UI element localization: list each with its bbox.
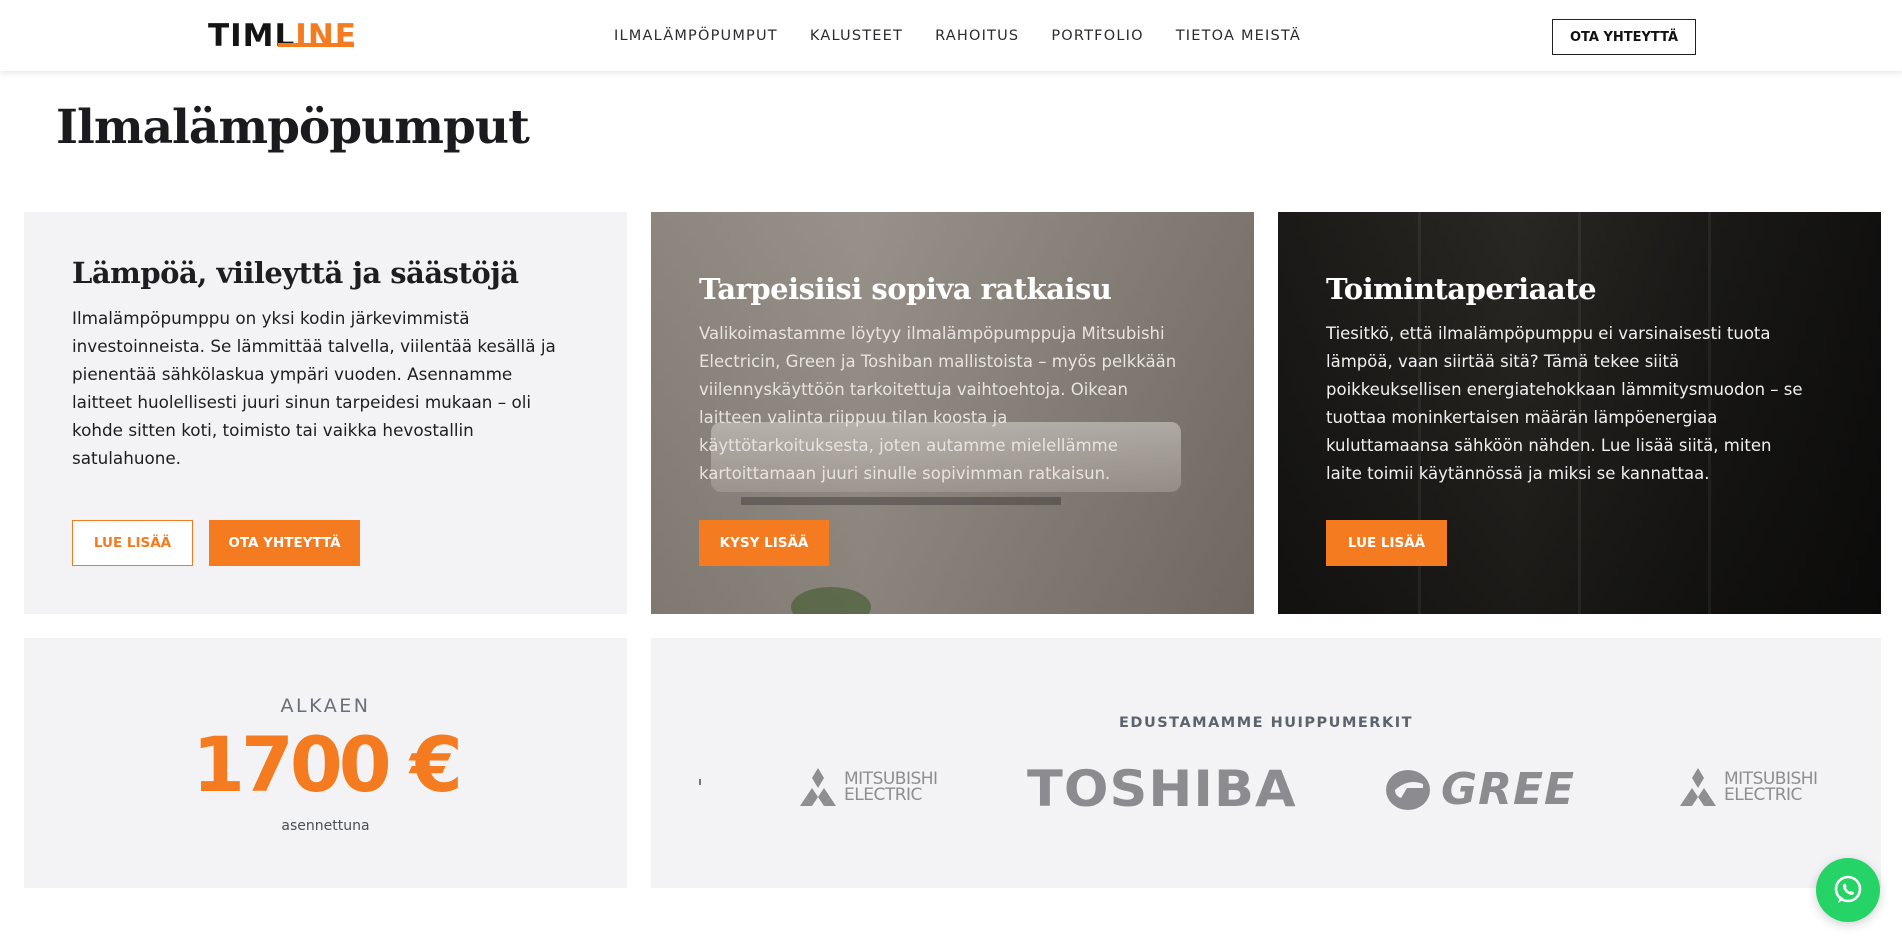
brands-card: EDUSTAMAMME HUIPPUMERKIT MITSUBISHI ELEC… bbox=[651, 638, 1881, 888]
card-lampoa: Lämpöä, viileyttä ja säästöjä Ilmalämpöp… bbox=[24, 212, 627, 614]
mitsubishi-diamonds-icon bbox=[800, 768, 836, 806]
card-text-line: satulahuone. bbox=[72, 448, 182, 468]
contact-button[interactable]: OTA YHTEYTTÄ bbox=[209, 520, 360, 566]
card-text-line: Ilmalämpöpumppu on yksi kodin järkevimmi… bbox=[72, 308, 470, 328]
card-text-line: investoinneista. Se lämmittää talvella, … bbox=[72, 336, 556, 356]
logo-text-main: TIML bbox=[208, 18, 296, 54]
price-value: 1700 € bbox=[192, 720, 463, 809]
card-text-line: Electricin, Green ja Toshiban mallistois… bbox=[699, 352, 1177, 371]
card-title: Tarpeisiisi sopiva ratkaisu bbox=[699, 272, 1112, 306]
read-more-button[interactable]: LUE LISÄÄ bbox=[1326, 520, 1447, 566]
card-text-line: kuluttamaansa sähköön nähden. Lue lisää … bbox=[1326, 436, 1772, 455]
logo-text-accent: INE bbox=[295, 18, 357, 54]
brand-gree-text: GREE bbox=[1441, 764, 1576, 815]
card-text-line: viilennyskäyttöön tarkoitettuja vaihtoeh… bbox=[699, 380, 1128, 399]
site-header: TIMLINE ILMALÄMPÖPUMPUT KALUSTEET RAHOIT… bbox=[0, 0, 1902, 71]
main-nav: ILMALÄMPÖPUMPUT KALUSTEET RAHOITUS PORTF… bbox=[614, 0, 1333, 71]
whatsapp-chat-button[interactable] bbox=[1816, 858, 1880, 922]
price-label: ALKAEN bbox=[280, 695, 371, 717]
card-text-line: kohde sitten koti, toimisto tai vaikka h… bbox=[72, 420, 474, 440]
brand-logo-mitsubishi: MITSUBISHI ELECTRIC bbox=[798, 768, 938, 806]
timline-logo[interactable]: TIMLINE bbox=[208, 18, 358, 54]
logo-accent-bar bbox=[278, 43, 354, 47]
nav-item-tietoa-meista[interactable]: TIETOA MEISTÄ bbox=[1176, 28, 1301, 44]
nav-item-kalusteet[interactable]: KALUSTEET bbox=[810, 28, 903, 44]
card-text-line: kartoittamaan juuri sinulle sopivimman r… bbox=[699, 464, 1111, 483]
brand-logo-toshiba: TOSHIBA bbox=[1027, 760, 1296, 818]
price-card: ALKAEN 1700 € asennettuna bbox=[24, 638, 627, 888]
read-more-button[interactable]: LUE LISÄÄ bbox=[72, 520, 193, 566]
price-note: asennettuna bbox=[281, 818, 370, 834]
card-text: Valikoimastamme löytyy ilmalämpöpumppuja… bbox=[699, 320, 1219, 488]
card-text-line: laite toimii käytännössä ja miksi se kan… bbox=[1326, 464, 1710, 483]
card-text-line: lämpöä, vaan siirtää sitä? Tämä tekee si… bbox=[1326, 352, 1680, 371]
card-title: Toimintaperiaate bbox=[1326, 272, 1597, 306]
card-text: Ilmalämpöpumppu on yksi kodin järkevimmi… bbox=[72, 304, 592, 472]
ask-more-button[interactable]: KYSY LISÄÄ bbox=[699, 520, 829, 566]
brands-heading: EDUSTAMAMME HUIPPUMERKIT bbox=[1119, 715, 1413, 731]
ac-vent-image bbox=[741, 497, 1061, 505]
nav-item-portfolio[interactable]: PORTFOLIO bbox=[1051, 28, 1143, 44]
card-text-line: poikkeuksellisen energiatehokkaan lämmit… bbox=[1326, 380, 1803, 399]
card-content: Tarpeisiisi sopiva ratkaisu Valikoimasta… bbox=[699, 272, 1219, 488]
card-text-line: pienentää sähkölaskua ympäri vuoden. Ase… bbox=[72, 364, 513, 384]
card-title: Lämpöä, viileyttä ja säästöjä bbox=[72, 256, 519, 290]
card-text-line: käyttötarkoituksesta, joten autamme miel… bbox=[699, 436, 1118, 455]
brand-mitsubishi-text: MITSUBISHI ELECTRIC bbox=[1724, 771, 1818, 805]
card-text-line: laitteen valinta riippuu tilan koosta ja bbox=[699, 408, 1008, 427]
brand-toshiba-text: TOSHIBA bbox=[1027, 760, 1297, 818]
brand-line: ELECTRIC bbox=[844, 785, 922, 805]
mitsubishi-diamonds-icon bbox=[1680, 768, 1716, 806]
nav-item-ilmalampopumput[interactable]: ILMALÄMPÖPUMPUT bbox=[614, 28, 778, 44]
card-tarpeisiisi: Tarpeisiisi sopiva ratkaisu Valikoimasta… bbox=[651, 212, 1254, 614]
card-content: Lämpöä, viileyttä ja säästöjä Ilmalämpöp… bbox=[72, 256, 592, 472]
carousel-edge-mark bbox=[699, 779, 701, 785]
card-text-line: laitteet huolellisesti juuri sinun tarpe… bbox=[72, 392, 532, 412]
gree-emblem-icon bbox=[1386, 769, 1430, 810]
card-toimintaperiaate: Toimintaperiaate Tiesitkö, että ilmalämp… bbox=[1278, 212, 1881, 614]
page-title: Ilmalämpöpumput bbox=[56, 100, 530, 155]
card-content: Toimintaperiaate Tiesitkö, että ilmalämp… bbox=[1326, 272, 1846, 488]
card-text-line: Valikoimastamme löytyy ilmalämpöpumppuja… bbox=[699, 324, 1165, 343]
whatsapp-icon bbox=[1834, 875, 1862, 903]
card-text-line: tuottaa moninkertaisen määrän lämpöenerg… bbox=[1326, 408, 1718, 427]
brand-logo-mitsubishi: MITSUBISHI ELECTRIC bbox=[1678, 768, 1818, 806]
header-contact-button[interactable]: OTA YHTEYTTÄ bbox=[1552, 19, 1696, 55]
nav-item-rahoitus[interactable]: RAHOITUS bbox=[935, 28, 1019, 44]
brand-mitsubishi-text: MITSUBISHI ELECTRIC bbox=[844, 771, 938, 805]
brand-logo-gree: GREE bbox=[1385, 764, 1575, 815]
card-text: Tiesitkö, että ilmalämpöpumppu ei varsin… bbox=[1326, 320, 1846, 488]
brand-line: ELECTRIC bbox=[1724, 785, 1802, 805]
card-text-line: Tiesitkö, että ilmalämpöpumppu ei varsin… bbox=[1326, 324, 1771, 343]
